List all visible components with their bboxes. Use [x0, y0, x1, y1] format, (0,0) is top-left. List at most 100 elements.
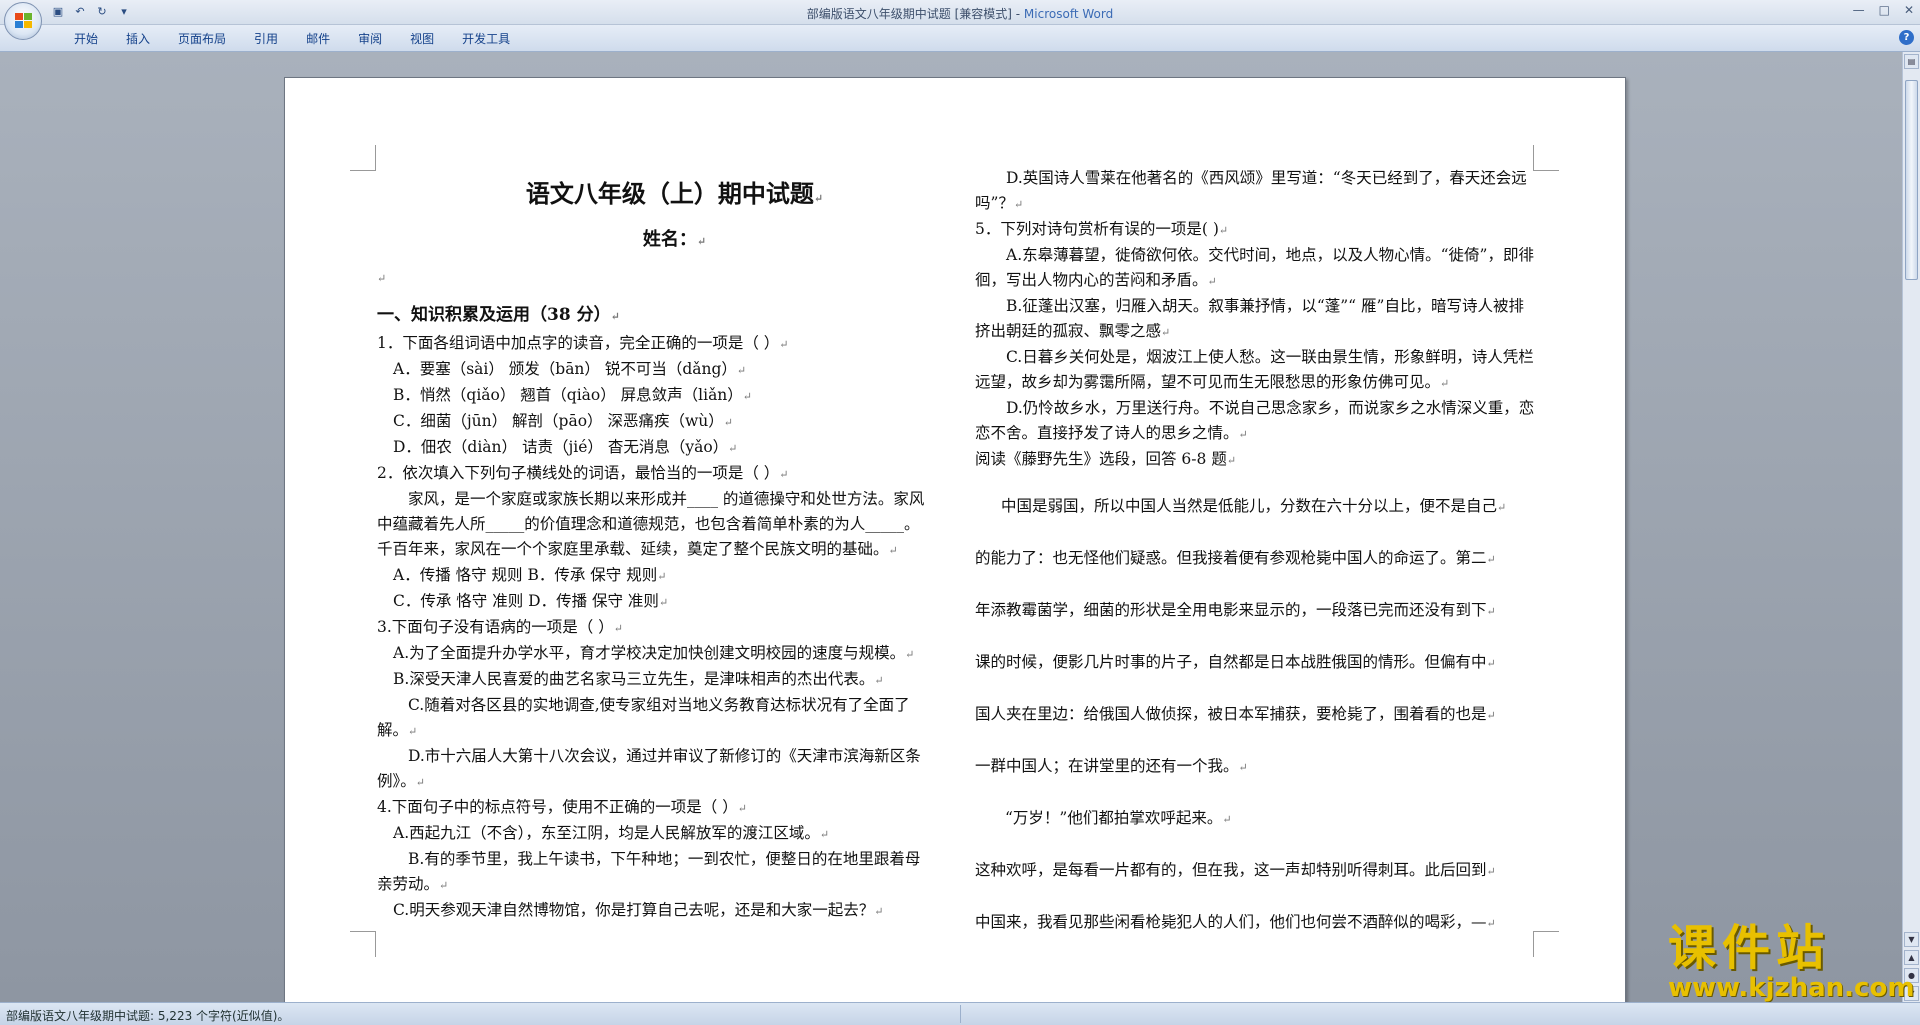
passage-line: 年添教霉菌学，细菌的形状是全用电影来显示的，一段落已完而还没有到下↵	[975, 585, 1535, 637]
title-bar: ▣ ↶ ↻ ▾ 部编版语文八年级期中试题 [兼容模式] - Microsoft …	[0, 0, 1920, 25]
text-line: C．传承 恪守 准则 D．传播 保守 准则↵	[377, 589, 932, 615]
text-line: C.明天参观天津自然博物馆，你是打算自己去呢，还是和大家一起去？↵	[377, 898, 932, 924]
paragraph-mark: ↵	[610, 310, 620, 323]
tab-review[interactable]: 审阅	[344, 31, 396, 47]
text-line: 1．下面各组词语中加点字的读音，完全正确的一项是（ ）↵	[377, 331, 932, 357]
reading-passage: 中国是弱国，所以中国人当然是低能儿，分数在六十分以上，便不是自己↵ 的能力了：也无…	[975, 481, 1535, 949]
vertical-scrollbar[interactable]: ▤ ▼ ▲ ● ▼	[1902, 52, 1920, 1002]
paragraph-mark: ↵	[1486, 605, 1496, 618]
tab-developer[interactable]: 开发工具	[448, 31, 524, 47]
watermark-main-text: 课件站	[1668, 920, 1831, 976]
line-text: 年添教霉菌学，细菌的形状是全用电影来显示的，一段落已完而还没有到下	[975, 601, 1487, 619]
paragraph-mark: ↵	[874, 905, 884, 918]
paragraph-mark: ↵	[1013, 198, 1024, 211]
paragraph-mark: ↵	[1440, 377, 1450, 390]
paragraph-mark: ↵	[1486, 553, 1496, 566]
minimize-icon[interactable]: —	[1853, 3, 1865, 17]
text-line: A.西起九江（不含），东至江阴，均是人民解放军的渡江区域。↵	[377, 821, 932, 847]
paragraph-mark: ↵	[1486, 865, 1496, 878]
line-text: B.有的季节里，我上午读书，下午种地；一到农忙，便整日的在地里跟着母亲劳动。	[377, 850, 921, 893]
paragraph-mark: ↵	[1238, 761, 1248, 774]
paragraph-mark: ↵	[874, 674, 884, 687]
tab-mailings[interactable]: 邮件	[292, 31, 344, 47]
paragraph-mark: ↵	[779, 468, 789, 481]
text-line: 家风，是一个家庭或家族长期以来形成并____ 的道德操守和处世方法。家风中蕴藏着…	[377, 487, 932, 563]
text-line: B.征蓬出汉塞，归雁入胡天。叙事兼抒情，以“蓬”“ 雁”自比，暗写诗人被排挤出朝…	[975, 294, 1535, 345]
maximize-icon[interactable]: □	[1879, 3, 1890, 17]
empty-paragraph: ↵	[377, 272, 387, 285]
paragraph-mark: ↵	[736, 364, 747, 377]
text-line: A.为了全面提升办学水平，育才学校决定加快创建文明校园的速度与规模。↵	[377, 641, 932, 667]
tab-insert[interactable]: 插入	[112, 31, 164, 47]
text-line: 3.下面句子没有语病的一项是（ ）↵	[377, 615, 932, 641]
line-text: 家风，是一个家庭或家族长期以来形成并____ 的道德操守和处世方法。家风中蕴藏着…	[377, 490, 925, 558]
status-divider	[960, 1005, 961, 1023]
line-text: C．传承 恪守 准则 D．传播 保守 准则	[393, 592, 659, 610]
text-line: B．悄然（qiǎo） 翘首（qiào） 屏息敛声（liǎn）↵	[377, 383, 932, 409]
ruler-toggle-icon[interactable]: ▤	[1904, 54, 1919, 69]
scrollbar-thumb[interactable]	[1905, 80, 1918, 280]
line-text: B.征蓬出汉塞，归雁入胡天。叙事兼抒情，以“蓬”“ 雁”自比，暗写诗人被排挤出朝…	[975, 297, 1524, 340]
line-text: 一群中国人；在讲堂里的还有一个我。	[975, 757, 1239, 775]
line-text: 这种欢呼，是每看一片都有的，但在我，这一声却特别听得刺耳。此后回到	[975, 861, 1487, 879]
crop-mark-top-left	[350, 145, 376, 171]
paragraph-mark: ↵	[1226, 454, 1237, 467]
text-line: D.仍怜故乡水，万里送行舟。不说自己思念家乡，而说家乡之水情深义重，恋恋不舍。直…	[975, 396, 1535, 447]
text-line: 5．下列对诗句赏析有误的一项是( )↵	[975, 217, 1535, 243]
line-text: 课的时候，便影几片时事的片子，自然都是日本战胜俄国的情形。但偏有中	[975, 653, 1487, 671]
previous-page-icon[interactable]: ▲	[1904, 950, 1919, 965]
line-text: B．悄然（qiǎo） 翘首（qiào） 屏息敛声（liǎn）	[393, 386, 743, 404]
passage-line: 的能力了：也无怪他们疑惑。但我接着便有参观枪毙中国人的命运了。第二↵	[975, 533, 1535, 585]
line-text: “万岁！”他们都拍掌欢呼起来。	[1005, 809, 1223, 827]
paragraph-mark: ↵	[1161, 326, 1171, 339]
line-text: 中国是弱国，所以中国人当然是低能儿，分数在六十分以上，便不是自己	[1001, 497, 1498, 515]
tab-view[interactable]: 视图	[396, 31, 448, 47]
tab-home[interactable]: 开始	[60, 31, 112, 47]
crop-mark-bottom-right	[1533, 931, 1559, 957]
passage-line: 中国是弱国，所以中国人当然是低能儿，分数在六十分以上，便不是自己↵	[975, 481, 1535, 533]
line-text: 中国来，我看见那些闲看枪毙犯人的人们，他们也何尝不酒醉似的喝彩，—	[975, 913, 1487, 931]
line-text: A.东皋薄暮望，徙倚欲何依。交代时间，地点，以及人物心情。“徙倚”，即徘徊，写出…	[975, 246, 1534, 289]
passage-line: 一群中国人；在讲堂里的还有一个我。↵	[975, 741, 1535, 793]
document-workspace: 语文八年级（上）期中试题↵ 姓名：↵ ↵ 一、知识积累及运用（38 分）↵ 1．下…	[0, 52, 1902, 1002]
line-text: D．佃农（diàn） 诘责（jié） 杳无消息（yǎo）	[393, 438, 729, 456]
tab-page-layout[interactable]: 页面布局	[164, 31, 240, 47]
help-icon[interactable]: ?	[1899, 30, 1914, 45]
line-text: 一、知识积累及运用（38 分）	[377, 305, 611, 325]
close-icon[interactable]: ✕	[1904, 3, 1914, 17]
paragraph-mark: ↵	[742, 390, 753, 403]
app-name-label: Microsoft Word	[1023, 7, 1114, 21]
passage-line: 中国来，我看见那些闲看枪毙犯人的人们，他们也何尝不酒醉似的喝彩，—↵	[975, 897, 1535, 949]
line-text: 国人夹在里边：给俄国人做侦探，被日本军捕获，要枪毙了，围着看的也是	[975, 705, 1487, 723]
office-button[interactable]	[4, 2, 42, 40]
line-text: 阅读《藤野先生》选段，回答 6-8 题	[975, 450, 1227, 468]
tab-references[interactable]: 引用	[240, 31, 292, 47]
paragraph-mark: ↵	[728, 442, 738, 455]
name-line: 姓名：↵	[642, 229, 707, 250]
line-text: 4.下面句子中的标点符号，使用不正确的一项是（ ）	[377, 798, 738, 816]
text-line: B.有的季节里，我上午读书，下午种地；一到农忙，便整日的在地里跟着母亲劳动。↵	[377, 847, 932, 898]
paragraph-mark: ↵	[1486, 917, 1496, 930]
left-column: 语文八年级（上）期中试题↵ 姓名：↵ ↵ 一、知识积累及运用（38 分）↵ 1．下…	[377, 178, 932, 924]
document-page[interactable]: 语文八年级（上）期中试题↵ 姓名：↵ ↵ 一、知识积累及运用（38 分）↵ 1．下…	[284, 77, 1626, 1002]
text-line: A．传播 恪守 规则 B．传承 保守 规则↵	[377, 563, 932, 589]
paragraph-mark: ↵	[439, 879, 449, 892]
paragraph-mark: ↵	[905, 648, 915, 661]
scroll-down-icon[interactable]: ▼	[1904, 932, 1919, 947]
word-count-status[interactable]: 部编版语文八年级期中试题: 5,223 个字符(近似值)。	[6, 1007, 289, 1024]
line-text: 5．下列对诗句赏析有误的一项是( )	[975, 220, 1219, 238]
text-line: 阅读《藤野先生》选段，回答 6-8 题↵	[975, 447, 1535, 473]
paragraph-mark: ↵	[415, 776, 425, 789]
right-column: D.英国诗人雪莱在他著名的《西风颂》里写道：“冬天已经到了，春天还会远吗”？↵ 5…	[975, 166, 1535, 949]
line-text: C.日暮乡关何处是，烟波江上使人愁。这一联由景生情，形象鲜明，诗人凭栏远望，故乡…	[975, 348, 1534, 391]
crop-mark-top-right	[1533, 145, 1559, 171]
line-text: D.市十六届人大第十八次会议，通过并审议了新修订的《天津市滨海新区条例》。	[377, 747, 921, 790]
status-bar: 部编版语文八年级期中试题: 5,223 个字符(近似值)。	[0, 1002, 1920, 1025]
paragraph-mark: ↵	[888, 544, 898, 557]
passage-line: 这种欢呼，是每看一片都有的，但在我，这一声却特别听得刺耳。此后回到↵	[975, 845, 1535, 897]
text-line: C.日暮乡关何处是，烟波江上使人愁。这一联由景生情，形象鲜明，诗人凭栏远望，故乡…	[975, 345, 1535, 396]
ribbon: 开始 插入 页面布局 引用 邮件 审阅 视图 开发工具 ?	[0, 25, 1920, 52]
paragraph-mark: ↵	[1486, 709, 1496, 722]
text-line: A.东皋薄暮望，徙倚欲何依。交代时间，地点，以及人物心情。“徙倚”，即徘徊，写出…	[975, 243, 1535, 294]
line-text: C．细菌（jūn） 解剖（pāo） 深恶痛疾（wù）	[393, 412, 724, 430]
